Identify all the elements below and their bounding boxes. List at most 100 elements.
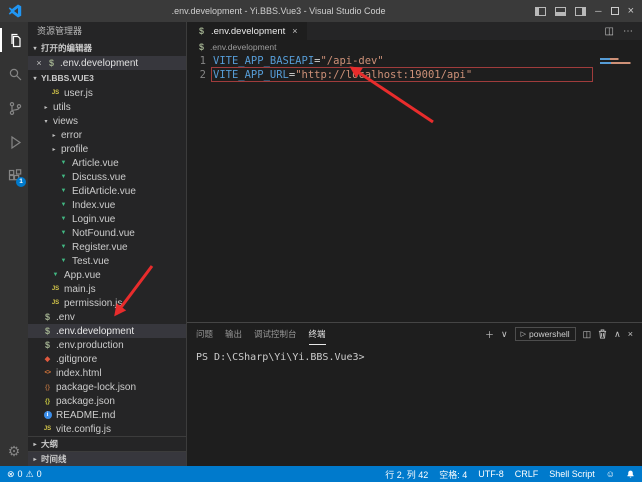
timeline-section-header[interactable]: ▸ 时间线 (28, 451, 186, 466)
split-terminal-icon[interactable]: ◫ (583, 329, 592, 340)
toggle-secondary-sidebar-icon[interactable] (575, 7, 586, 16)
js-file-icon (50, 88, 61, 99)
project-header[interactable]: ▾ YI.BBS.VUE3 (28, 70, 186, 86)
tree-item-views[interactable]: ▾views (28, 114, 186, 128)
tree-item-main.js[interactable]: main.js (28, 282, 186, 296)
open-editors-header[interactable]: ▾ 打开的编辑器 (28, 40, 186, 56)
file-label: profile (61, 144, 88, 155)
open-editor-item[interactable]: × .env.development (28, 56, 186, 70)
file-label: Article.vue (72, 158, 119, 169)
sidebar-title: 资源管理器 (28, 22, 186, 40)
tab-debug-console[interactable]: 调试控制台 (254, 323, 297, 345)
settings-gear-icon[interactable]: ⚙ (8, 444, 21, 458)
minimap[interactable] (598, 56, 640, 82)
source-control-icon[interactable] (0, 96, 28, 120)
error-icon: ⊗ (7, 469, 15, 480)
tree-item-README.md[interactable]: README.md (28, 408, 186, 422)
vue-file-icon (58, 228, 69, 239)
tree-item-Discuss.vue[interactable]: Discuss.vue (28, 170, 186, 184)
env-file-icon (42, 312, 53, 323)
kill-terminal-icon[interactable] (598, 329, 607, 339)
tree-item-error[interactable]: ▸error (28, 128, 186, 142)
env-file-icon (196, 42, 207, 53)
tree-item-index.html[interactable]: index.html (28, 366, 186, 380)
editor-code-area[interactable]: 1 VITE_APP_BASEAPI="/api-dev" 2 VITE_APP… (187, 54, 642, 322)
minimap-line (600, 62, 636, 64)
tree-item-Index.vue[interactable]: Index.vue (28, 198, 186, 212)
tree-item-permission.js[interactable]: permission.js (28, 296, 186, 310)
problems-indicator[interactable]: ⊗ 0 ⚠ 0 (7, 469, 42, 480)
vue-file-icon (58, 200, 69, 211)
tree-item-Register.vue[interactable]: Register.vue (28, 240, 186, 254)
tab-problems[interactable]: 问题 (196, 323, 213, 345)
close-editor-icon[interactable]: × (35, 58, 43, 68)
toggle-panel-icon[interactable] (555, 7, 566, 16)
vue-file-icon (58, 214, 69, 225)
tree-item-.env.development[interactable]: .env.development (28, 324, 186, 338)
language-mode[interactable]: Shell Script (549, 469, 595, 479)
feedback-smiley-icon[interactable]: ☺ (606, 469, 615, 479)
tab-terminal[interactable]: 终端 (309, 323, 326, 345)
file-label: package.json (56, 396, 115, 407)
tab-output[interactable]: 输出 (225, 323, 242, 345)
env-file-icon (46, 58, 57, 69)
tab-env-development[interactable]: .env.development × (187, 22, 307, 40)
tree-item-package.json[interactable]: package.json (28, 394, 186, 408)
warning-icon: ⚠ (26, 469, 34, 480)
file-label: Register.vue (72, 242, 128, 253)
vscode-window: .env.development - Yi.BBS.Vue3 - Visual … (0, 0, 642, 482)
search-icon[interactable] (0, 62, 28, 86)
eol-indicator[interactable]: CRLF (515, 469, 539, 479)
notifications-bell-icon[interactable] (626, 470, 635, 479)
minimize-button[interactable]: ─ (595, 6, 601, 16)
maximize-panel-icon[interactable]: ∧ (614, 329, 621, 340)
tree-item-Login.vue[interactable]: Login.vue (28, 212, 186, 226)
activity-bar: 1 ⚙ (0, 22, 28, 466)
code-line-1: 1 VITE_APP_BASEAPI="/api-dev" (187, 54, 642, 68)
tree-item-Article.vue[interactable]: Article.vue (28, 156, 186, 170)
tree-item-profile[interactable]: ▸profile (28, 142, 186, 156)
file-label: Discuss.vue (72, 172, 126, 183)
tree-item-utils[interactable]: ▸utils (28, 100, 186, 114)
outline-section-header[interactable]: ▸ 大纲 (28, 436, 186, 451)
git-file-icon (42, 354, 53, 365)
tree-item-vite.config.js[interactable]: vite.config.js (28, 422, 186, 436)
tree-item-NotFound.vue[interactable]: NotFound.vue (28, 226, 186, 240)
close-tab-icon[interactable]: × (292, 26, 297, 36)
encoding-indicator[interactable]: UTF-8 (478, 469, 504, 479)
split-editor-icon[interactable]: ◫ (605, 26, 614, 37)
more-actions-icon[interactable]: ⋯ (623, 26, 633, 37)
close-button[interactable]: × (628, 5, 634, 17)
cursor-position[interactable]: 行 2, 列 42 (385, 468, 428, 481)
tree-item-.env.production[interactable]: .env.production (28, 338, 186, 352)
tree-item-.gitignore[interactable]: .gitignore (28, 352, 186, 366)
editor-area: .env.development × ◫ ⋯ .env.development … (187, 22, 642, 322)
tree-item-EditArticle.vue[interactable]: EditArticle.vue (28, 184, 186, 198)
js-file-icon (50, 298, 61, 309)
new-terminal-icon[interactable]: ＋ (485, 328, 494, 341)
terminal-output[interactable]: PS D:\CSharp\Yi\Yi.BBS.Vue3> (187, 345, 642, 466)
chevron-right-icon: ▸ (50, 146, 58, 153)
indentation-indicator[interactable]: 空格: 4 (439, 468, 467, 481)
run-debug-icon[interactable] (0, 130, 28, 154)
tree-item-user.js[interactable]: user.js (28, 86, 186, 100)
vue-file-icon (58, 242, 69, 253)
env-file-icon (42, 326, 53, 337)
tree-item-package-lock.json[interactable]: package-lock.json (28, 380, 186, 394)
js-file-icon (42, 424, 53, 435)
close-panel-icon[interactable]: × (628, 329, 633, 339)
shell-selector[interactable]: ▷ powershell (515, 327, 576, 341)
tree-item-Test.vue[interactable]: Test.vue (28, 254, 186, 268)
tree-item-App.vue[interactable]: App.vue (28, 268, 186, 282)
explorer-icon[interactable] (0, 28, 28, 52)
chevron-down-icon[interactable]: ∨ (501, 329, 508, 340)
json-file-icon (42, 396, 53, 407)
extensions-icon[interactable]: 1 (0, 164, 28, 188)
toggle-sidebar-icon[interactable] (535, 7, 546, 16)
file-label: Index.vue (72, 200, 115, 211)
file-label: NotFound.vue (72, 228, 135, 239)
breadcrumb[interactable]: .env.development (187, 40, 642, 54)
maximize-button[interactable] (611, 7, 619, 15)
explorer-sidebar: 资源管理器 ▾ 打开的编辑器 × .env.development ▾ YI.B… (28, 22, 187, 466)
tree-item-.env[interactable]: .env (28, 310, 186, 324)
